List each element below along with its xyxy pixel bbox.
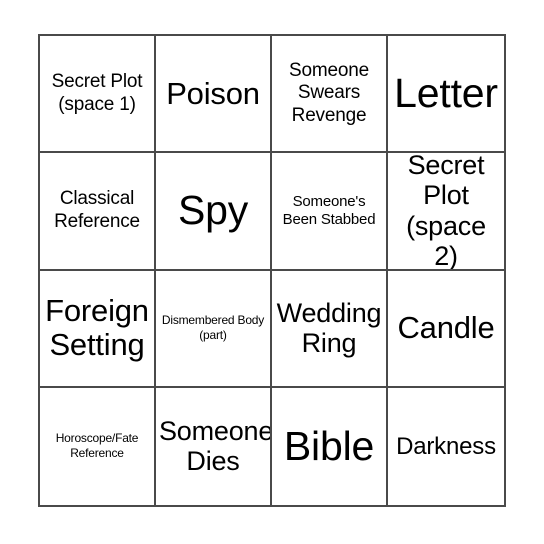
bingo-cell-label: Secret Plot (space 2)	[406, 153, 486, 271]
bingo-cell-label: Secret Plot (space 1)	[51, 71, 143, 115]
bingo-cell-label: Letter	[394, 70, 498, 117]
bingo-cell-label: Someone's Been Stabbed	[282, 192, 376, 228]
bingo-cell-r3c3[interactable]: Wedding Ring	[272, 270, 388, 388]
bingo-cell-r4c3[interactable]: Bible	[272, 387, 388, 505]
bingo-cell-label: Wedding Ring	[276, 297, 382, 359]
bingo-cell-r1c2[interactable]: Poison	[156, 36, 272, 154]
bingo-cell-label: Someone Swears Revenge	[289, 60, 369, 126]
bingo-cell-label: Bible	[283, 422, 375, 469]
bingo-cell-r3c4[interactable]: Candle	[388, 270, 504, 388]
bingo-cell-r2c1[interactable]: Classical Reference	[40, 153, 156, 271]
bingo-cell-label: Poison	[166, 75, 260, 111]
bingo-cell-label: Spy	[177, 187, 249, 234]
bingo-cell-r4c1[interactable]: Horoscope/Fate Reference	[40, 387, 156, 505]
bingo-cell-r3c1[interactable]: Foreign Setting	[40, 270, 156, 388]
bingo-cell-label: Someone Dies	[159, 415, 272, 477]
bingo-cell-r2c2[interactable]: Spy	[156, 153, 272, 271]
bingo-cell-label: Candle	[397, 310, 495, 346]
bingo-cell-r4c2[interactable]: Someone Dies	[156, 387, 272, 505]
bingo-cell-label: Dismembered Body (part)	[161, 313, 265, 343]
bingo-cell-r2c4[interactable]: Secret Plot (space 2)	[388, 153, 504, 271]
bingo-cell-r2c3[interactable]: Someone's Been Stabbed	[272, 153, 388, 271]
bingo-cell-r3c2[interactable]: Dismembered Body (part)	[156, 270, 272, 388]
bingo-cell-r1c1[interactable]: Secret Plot (space 1)	[40, 36, 156, 154]
bingo-grid: Secret Plot (space 1) Poison Someone Swear…	[40, 36, 504, 505]
bingo-cell-label: Darkness	[396, 432, 496, 460]
bingo-cell-label: Foreign Setting	[45, 293, 149, 363]
bingo-cell-r1c3[interactable]: Someone Swears Revenge	[272, 36, 388, 154]
bingo-cell-label: Horoscope/Fate Reference	[55, 431, 139, 461]
bingo-cell-label: Classical Reference	[54, 188, 140, 232]
bingo-card: Secret Plot (space 1) Poison Someone Swear…	[38, 34, 506, 507]
bingo-cell-r4c4[interactable]: Darkness	[388, 387, 504, 505]
bingo-cell-r1c4[interactable]: Letter	[388, 36, 504, 154]
